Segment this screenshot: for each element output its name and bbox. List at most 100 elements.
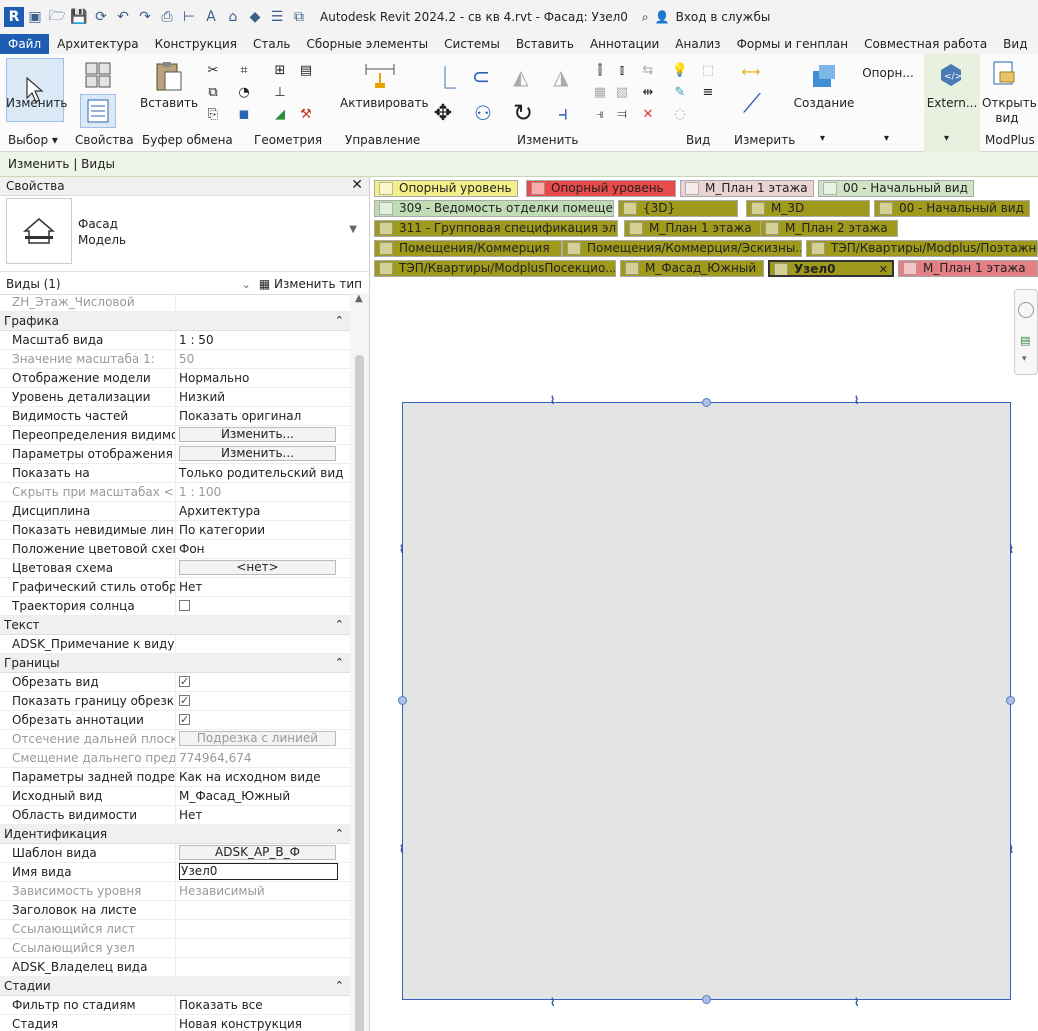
- sections-icon[interactable]: ◆: [247, 9, 263, 25]
- tab-11[interactable]: Вид: [995, 34, 1035, 54]
- join-icon[interactable]: ◼: [236, 106, 252, 122]
- wall-joins-icon[interactable]: ⊥: [272, 84, 288, 100]
- binoculars-icon[interactable]: ⌕: [642, 10, 649, 25]
- copy-tool-icon[interactable]: ⚇: [470, 100, 496, 126]
- scroll-up-icon[interactable]: ▲: [355, 293, 363, 304]
- sync-icon[interactable]: ⟳: [93, 9, 109, 25]
- extern-icon[interactable]: </>: [938, 62, 964, 88]
- tab-4[interactable]: Сборные элементы: [299, 34, 437, 54]
- property-value[interactable]: Показать оригинал: [179, 409, 301, 423]
- create-group-icon[interactable]: [806, 58, 842, 94]
- view-tab[interactable]: 00 - Начальный вид: [818, 180, 974, 197]
- group-header[interactable]: Границы ⌃: [0, 654, 350, 673]
- signin[interactable]: ⌕ 👤 Вход в службы: [642, 10, 770, 25]
- activate-dimensions-icon[interactable]: [360, 58, 400, 94]
- property-button[interactable]: ADSK_АР_В_Ф: [179, 845, 336, 860]
- break-control-icon[interactable]: ⌇: [399, 843, 404, 856]
- type-selector[interactable]: Фасад Модель ▼: [0, 196, 369, 272]
- override-icon[interactable]: ⬚: [700, 62, 716, 78]
- panel-select[interactable]: Выбор ▾: [8, 133, 58, 147]
- instance-filter[interactable]: Виды (1): [6, 277, 61, 291]
- crop-handle-bottom[interactable]: [702, 995, 711, 1004]
- property-value[interactable]: М_Фасад_Южный: [179, 789, 290, 803]
- thin-lines-icon[interactable]: ☰: [269, 9, 285, 25]
- property-value[interactable]: Низкий: [179, 390, 225, 404]
- edit-type-button[interactable]: ⌄ ▦ Изменить тип: [242, 277, 362, 291]
- cut-geometry-icon[interactable]: ◔: [236, 84, 252, 100]
- hammer-icon[interactable]: ⚒: [298, 106, 314, 122]
- property-button[interactable]: Подрезка с линией: [179, 731, 336, 746]
- tab-6[interactable]: Вставить: [508, 34, 582, 54]
- view-tab[interactable]: Узел0 ✕: [768, 260, 894, 277]
- property-value[interactable]: Нормально: [179, 371, 249, 385]
- properties-toggle-icon[interactable]: [80, 94, 116, 128]
- paint-icon[interactable]: ◢: [272, 106, 288, 122]
- trim-icon[interactable]: ⫞: [550, 100, 576, 126]
- view-tab[interactable]: М_Фасад_Южный: [620, 260, 764, 277]
- pin-icon[interactable]: ⇹: [640, 84, 656, 100]
- tab-10[interactable]: Совместная работа: [856, 34, 995, 54]
- mirror-draw-icon[interactable]: ◮: [548, 64, 574, 90]
- offset-icon[interactable]: ⊂: [468, 64, 494, 90]
- property-value[interactable]: Архитектура: [179, 504, 260, 518]
- mirror-axis-icon[interactable]: ◭: [508, 64, 534, 90]
- crop-region[interactable]: ⌇ ⌇ ⌇ ⌇ ⌇ ⌇ ⌇ ⌇: [398, 394, 1015, 1009]
- cut-icon[interactable]: ✂: [205, 62, 221, 78]
- view-tab[interactable]: {3D}: [618, 200, 738, 217]
- create-label[interactable]: Создание: [790, 96, 858, 110]
- tab-3[interactable]: Сталь: [245, 34, 298, 54]
- tab-8[interactable]: Анализ: [667, 34, 728, 54]
- extern-label[interactable]: Extern...: [924, 96, 980, 110]
- property-checkbox[interactable]: [179, 600, 190, 611]
- split-icon[interactable]: ⫿: [592, 62, 608, 78]
- group-header[interactable]: Текст ⌃: [0, 616, 350, 635]
- reference-level-label[interactable]: Опорн...: [858, 66, 918, 80]
- property-checkbox[interactable]: [179, 711, 190, 729]
- align-icon[interactable]: A: [203, 9, 219, 25]
- property-value[interactable]: Как на исходном виде: [179, 770, 321, 784]
- break-control-icon[interactable]: ⌇: [1009, 843, 1014, 856]
- redo-icon[interactable]: ↷: [137, 9, 153, 25]
- activate-label[interactable]: Активировать: [340, 96, 429, 110]
- view-tab[interactable]: М_План 2 этажа: [760, 220, 898, 237]
- align-tool-icon[interactable]: ⎿: [432, 64, 458, 92]
- tab-0[interactable]: Файл: [0, 34, 50, 54]
- property-button[interactable]: Изменить...: [179, 427, 336, 442]
- collapse-icon[interactable]: ⌃: [335, 654, 344, 672]
- break-control-icon[interactable]: ⌇: [854, 996, 859, 1009]
- collapse-icon[interactable]: ⌃: [335, 977, 344, 995]
- scroll-thumb[interactable]: [355, 355, 364, 1031]
- open-view-icon[interactable]: [990, 58, 1018, 88]
- signin-label[interactable]: Вход в службы: [676, 10, 771, 24]
- tab-2[interactable]: Конструкция: [147, 34, 245, 54]
- panel-ref-dropdown[interactable]: ▾: [884, 133, 889, 144]
- copy-icon[interactable]: ⧉: [205, 84, 221, 100]
- move-icon[interactable]: ✥: [430, 100, 456, 126]
- view-tab[interactable]: М_План 1 этажа: [898, 260, 1038, 277]
- measure-icon[interactable]: ⊢: [181, 9, 197, 25]
- property-value[interactable]: По категории: [179, 523, 265, 537]
- break-control-icon[interactable]: ⌇: [1009, 543, 1014, 556]
- zoom-icon[interactable]: ▤: [1020, 334, 1030, 347]
- tab-5[interactable]: Системы: [436, 34, 508, 54]
- property-button[interactable]: <нет>: [179, 560, 336, 575]
- type-properties-icon[interactable]: [80, 58, 116, 92]
- property-checkbox[interactable]: [179, 673, 190, 691]
- view-tab[interactable]: М_План 1 этажа: [680, 180, 814, 197]
- chevron-down-icon[interactable]: ▾: [1022, 354, 1027, 364]
- 3d-view-icon[interactable]: ⌂: [225, 9, 241, 25]
- modify-label[interactable]: Изменить: [6, 96, 68, 110]
- break-control-icon[interactable]: ⌇: [550, 394, 555, 407]
- break-control-icon[interactable]: ⌇: [550, 996, 555, 1009]
- demolish-icon[interactable]: ▤: [298, 62, 314, 78]
- drawing-canvas[interactable]: ▤ ▾ ⌇ ⌇ ⌇ ⌇ ⌇ ⌇ ⌇ ⌇: [370, 281, 1038, 1031]
- panel-create-dropdown[interactable]: ▾: [820, 133, 825, 144]
- view-tab[interactable]: М_3D: [746, 200, 870, 217]
- array-icon[interactable]: ▦: [592, 84, 608, 100]
- tab-9[interactable]: Формы и генплан: [729, 34, 857, 54]
- open-icon[interactable]: 🗁: [48, 8, 65, 25]
- property-value[interactable]: Нет: [179, 580, 202, 594]
- scale-icon[interactable]: ▧: [614, 84, 630, 100]
- paste-label[interactable]: Вставить: [140, 96, 198, 110]
- view-tab[interactable]: ТЭП/Квартиры/ModplusПосекцио...: [374, 260, 616, 277]
